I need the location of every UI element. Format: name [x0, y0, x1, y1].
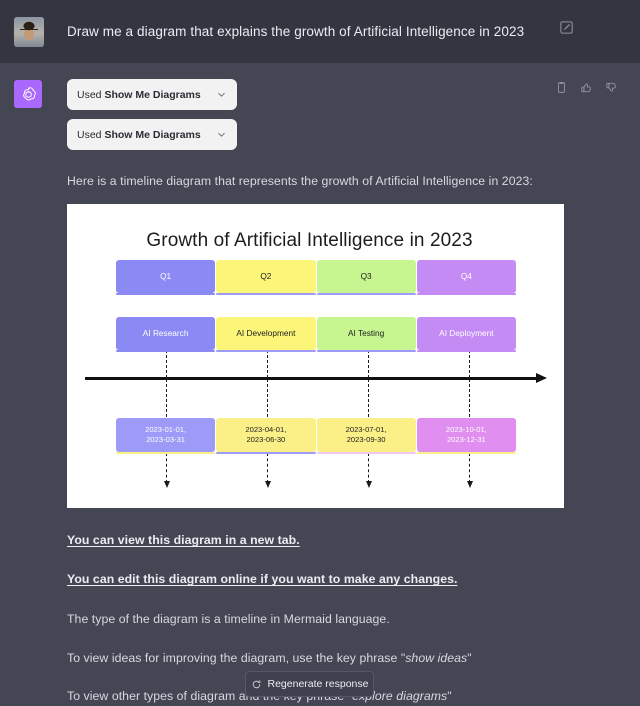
- avatar: [14, 16, 44, 47]
- diagram-type-paragraph: The type of the diagram is a timeline in…: [67, 612, 390, 627]
- connector-down-q2: [267, 379, 268, 418]
- connector-down-q3: [368, 379, 369, 418]
- view-diagram-link[interactable]: You can view this diagram in a new tab.: [67, 533, 300, 547]
- timeline-diagram: Q1 Q2 Q3 Q4 AI Research AI Development A…: [85, 260, 547, 500]
- connector-down-q4: [469, 379, 470, 418]
- user-message-text: Draw me a diagram that explains the grow…: [67, 24, 525, 39]
- connector-arrow-q2: [265, 481, 272, 489]
- thumbs-down-icon[interactable]: [605, 81, 618, 94]
- chevron-down-icon[interactable]: [216, 89, 227, 100]
- event-box-q1: AI Research: [116, 317, 216, 353]
- connector-tail-q4: [469, 453, 470, 484]
- show-ideas-paragraph: To view ideas for improving the diagram,…: [67, 650, 472, 665]
- event-box-q3: AI Testing: [316, 317, 416, 353]
- quarter-row: Q1 Q2 Q3 Q4: [116, 260, 516, 296]
- connector-tail-q3: [368, 453, 369, 484]
- date-box-q4: 2023-10-01, 2023-12-31: [416, 418, 516, 455]
- message-actions: [555, 81, 618, 94]
- plugin-pill-show-me-diagrams-1[interactable]: Used Show Me Diagrams: [67, 79, 237, 110]
- plugin-pill-show-me-diagrams-2[interactable]: Used Show Me Diagrams: [67, 119, 237, 150]
- event-box-q2: AI Development: [216, 317, 316, 353]
- quarter-box-q4: Q4: [416, 260, 516, 296]
- connector-up-q4: [469, 350, 470, 379]
- regenerate-response-button[interactable]: Regenerate response: [245, 671, 374, 697]
- date-box-q3: 2023-07-01, 2023-09-30: [316, 418, 416, 455]
- connector-arrow-q1: [164, 481, 171, 489]
- quarter-box-q3: Q3: [316, 260, 416, 296]
- date-box-q1: 2023-01-01, 2023-03-31: [116, 418, 216, 455]
- plugin-pill-label: Used Show Me Diagrams: [77, 128, 201, 141]
- plugin-pill-label: Used Show Me Diagrams: [77, 88, 201, 101]
- edit-icon[interactable]: [559, 20, 574, 35]
- diagram-title: Growth of Artificial Intelligence in 202…: [146, 230, 473, 252]
- copy-icon[interactable]: [555, 81, 568, 94]
- connector-up-q1: [166, 350, 167, 379]
- connector-tail-q1: [166, 453, 167, 484]
- date-box-q2: 2023-04-01, 2023-06-30: [216, 418, 316, 455]
- connector-tail-q2: [267, 453, 268, 484]
- chevron-down-icon[interactable]: [216, 129, 227, 140]
- assistant-message-body: Used Show Me Diagrams Used Show Me Diagr…: [67, 79, 564, 706]
- refresh-icon: [251, 679, 262, 690]
- assistant-message-row: Used Show Me Diagrams Used Show Me Diagr…: [0, 63, 640, 706]
- regenerate-response-label: Regenerate response: [267, 678, 369, 690]
- timeline-axis: [85, 373, 547, 384]
- connector-arrow-q4: [467, 481, 474, 489]
- edit-diagram-link[interactable]: You can edit this diagram online if you …: [67, 572, 457, 586]
- connector-up-q2: [267, 350, 268, 379]
- thumbs-up-icon[interactable]: [580, 81, 593, 94]
- date-row: 2023-01-01, 2023-03-31 2023-04-01, 2023-…: [116, 418, 516, 455]
- event-row: AI Research AI Development AI Testing AI…: [116, 317, 516, 353]
- connector-up-q3: [368, 350, 369, 379]
- event-box-q4: AI Deployment: [416, 317, 516, 353]
- intro-paragraph: Here is a timeline diagram that represen…: [67, 174, 533, 188]
- quarter-box-q2: Q2: [216, 260, 316, 296]
- edit-diagram-link-row: You can edit this diagram online if you …: [67, 570, 564, 588]
- openai-logo-icon: [14, 80, 42, 108]
- user-message-row: Draw me a diagram that explains the grow…: [0, 0, 640, 63]
- connector-down-q1: [166, 379, 167, 418]
- view-diagram-link-row: You can view this diagram in a new tab.: [67, 531, 564, 549]
- quarter-box-q1: Q1: [116, 260, 216, 296]
- connector-arrow-q3: [366, 481, 373, 489]
- diagram-card: Growth of Artificial Intelligence in 202…: [67, 204, 564, 509]
